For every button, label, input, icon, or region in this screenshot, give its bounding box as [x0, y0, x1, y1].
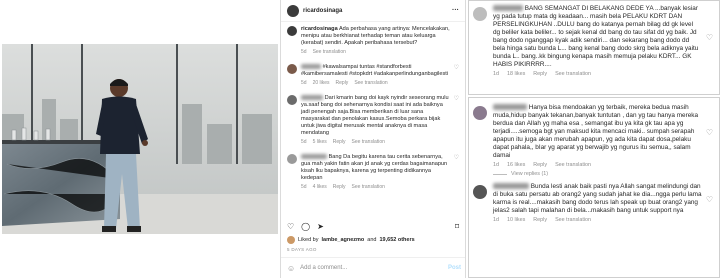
comment-text: #kawalsampai tuntas #standforbesti #kami… [301, 64, 449, 77]
emoji-icon[interactable]: ☺ [287, 264, 295, 273]
photo-illustration [2, 44, 278, 234]
comment-text: BANG SEMANGAT DI BELAKANG DEDE YA ...ban… [493, 5, 699, 68]
reply-link[interactable]: Reply [533, 162, 547, 168]
post-comment: Bang Da begitu karena tau cerita sebenar… [281, 145, 465, 190]
view-replies-label[interactable]: View replies (1) [511, 171, 548, 177]
comment-item: BANG SEMANGAT DI BELAKANG DEDE YA ...ban… [469, 1, 719, 69]
like-heart-icon[interactable]: ♡ [706, 33, 713, 42]
like-heart-icon[interactable]: ♡ [454, 95, 459, 145]
photo-panel [0, 0, 280, 278]
comment-text: Hanya bisa mendoakan yg terbaik, mereka … [493, 104, 698, 159]
like-heart-icon[interactable]: ♡ [706, 195, 713, 204]
comment-likes[interactable]: 20 likes [313, 80, 330, 86]
post-action-bar: ♡ ◯ ➤ ⌑ [287, 222, 459, 231]
reply-link[interactable]: Reply [336, 80, 349, 86]
post-caption: ricardosinaga Ada perbahasa yang artinya… [281, 22, 465, 55]
liked-by-username[interactable]: lambe_agnezmo [322, 237, 365, 243]
blurred-username [493, 5, 523, 12]
blurred-username [493, 183, 529, 190]
caption-translate-link[interactable]: See translation [313, 49, 346, 55]
blurred-username [301, 95, 323, 101]
commenter-avatar[interactable] [287, 64, 297, 74]
commenter-avatar[interactable] [473, 7, 487, 21]
like-heart-icon[interactable]: ♡ [454, 154, 459, 190]
like-heart-icon[interactable]: ♡ [706, 128, 713, 137]
commenter-avatar[interactable] [287, 154, 297, 164]
comment-item: Bunda lesti anak baik pasti nya Allah sa… [469, 177, 719, 215]
liked-by-others[interactable]: 19,652 others [379, 237, 414, 243]
comment-meta: 1d 10 likes Reply See translation [493, 217, 719, 223]
like-heart-icon[interactable]: ♡ [454, 64, 459, 86]
comment-meta: 1d 16 likes Reply See translation [493, 162, 719, 168]
liked-by: Liked by lambe_agnezmo and 19,652 others [287, 236, 415, 244]
translate-link[interactable]: See translation [354, 80, 387, 86]
comment-text: Dari kmarin bang doi kayk nyindir seseor… [301, 95, 449, 136]
post-photo [2, 44, 278, 234]
translate-link[interactable]: See translation [555, 71, 591, 77]
comment-screenshot-bottom: Hanya bisa mendoakan yg terbaik, mereka … [468, 97, 720, 278]
commenter-avatar[interactable] [473, 185, 487, 199]
comment-time: 1d [493, 217, 499, 223]
comment-time: 5d [301, 80, 307, 86]
author-username[interactable]: ricardosinaga [303, 8, 342, 14]
comment-likes[interactable]: 16 likes [507, 162, 525, 168]
post-date: 5 DAYS AGO [287, 247, 317, 252]
like-heart-icon[interactable]: ♡ [287, 222, 294, 231]
commenter-avatar[interactable] [473, 106, 487, 120]
comment-likes[interactable]: 4 likes [313, 184, 327, 190]
author-avatar[interactable] [287, 4, 299, 17]
blurred-username [493, 104, 527, 111]
comment-time: 5d [301, 139, 307, 145]
instagram-post-panel: ricardosinaga ··· ricardosinaga Ada perb… [280, 0, 466, 278]
reply-link[interactable]: Reply [533, 217, 547, 223]
post-button[interactable]: Post [448, 265, 461, 271]
liked-by-label: Liked by [298, 237, 319, 243]
comment-meta: 1d 18 likes Reply See translation [493, 71, 719, 77]
add-comment-input[interactable]: Add a comment... [300, 265, 347, 271]
translate-link[interactable]: See translation [352, 139, 385, 145]
comment-time: 1d [493, 71, 499, 77]
comment-likes[interactable]: 10 likes [507, 217, 525, 223]
comment-screenshot-top: BANG SEMANGAT DI BELAKANG DEDE YA ...ban… [468, 0, 720, 95]
caption-time: 5d [301, 49, 307, 55]
post-header: ricardosinaga ··· [281, 0, 465, 22]
comment-icon[interactable]: ◯ [301, 222, 310, 231]
translate-link[interactable]: See translation [352, 184, 385, 190]
comment-time: 5d [301, 184, 307, 190]
post-comment: #kawalsampai tuntas #standforbesti #kami… [281, 55, 465, 86]
blurred-username [301, 64, 321, 70]
comment-likes[interactable]: 18 likes [507, 71, 525, 77]
more-options-icon[interactable]: ··· [452, 7, 459, 14]
translate-link[interactable]: See translation [555, 162, 591, 168]
share-icon[interactable]: ➤ [317, 222, 324, 231]
comment-item: Hanya bisa mendoakan yg terbaik, mereka … [469, 98, 719, 160]
reply-link[interactable]: Reply [533, 71, 547, 77]
liked-by-and: and [367, 237, 377, 243]
caption-avatar[interactable] [287, 26, 297, 36]
liker-avatar[interactable] [287, 236, 295, 244]
post-comment: Dari kmarin bang doi kayk nyindir seseor… [281, 86, 465, 145]
bookmark-icon[interactable]: ⌑ [455, 222, 459, 231]
comment-likes[interactable]: 5 likes [313, 139, 327, 145]
blurred-username [301, 154, 327, 160]
translate-link[interactable]: See translation [555, 217, 591, 223]
replies-divider [493, 173, 507, 175]
caption-username[interactable]: ricardosinaga [301, 26, 338, 32]
reply-link[interactable]: Reply [333, 139, 346, 145]
comment-time: 1d [493, 162, 499, 168]
add-comment-bar: ☺ Add a comment... Post [281, 257, 465, 278]
reply-link[interactable]: Reply [333, 184, 346, 190]
commenter-avatar[interactable] [287, 95, 297, 105]
